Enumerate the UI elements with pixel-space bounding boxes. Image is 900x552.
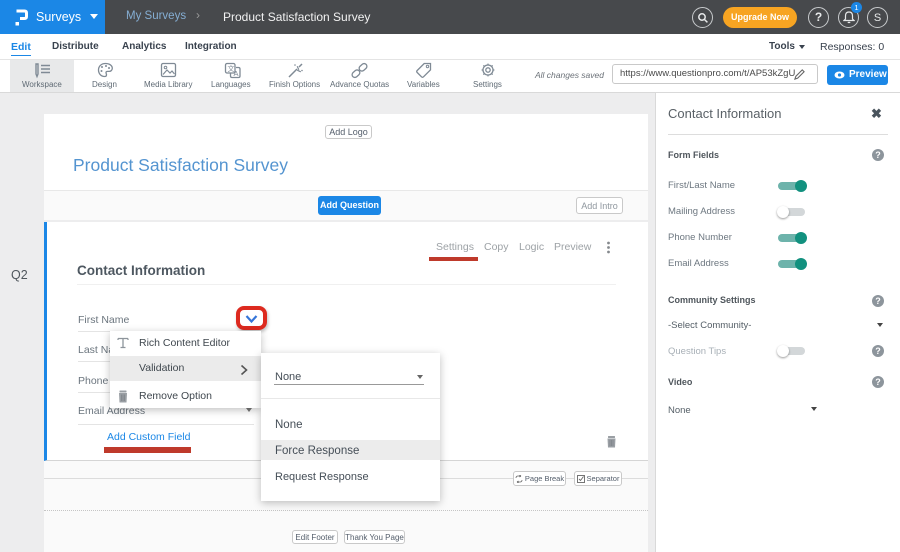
svg-text:A: A bbox=[234, 69, 239, 78]
